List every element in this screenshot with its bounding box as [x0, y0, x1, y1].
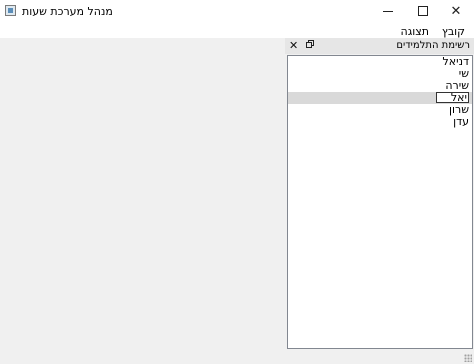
- list-item[interactable]: שירה: [288, 80, 472, 92]
- title-bar: מנהל מערכת שעות ✕: [0, 0, 474, 22]
- dock-close-icon[interactable]: ✕: [289, 39, 298, 52]
- dock-float-icon[interactable]: [306, 40, 314, 48]
- students-list[interactable]: דניאל שי שירה שרון עדן: [287, 55, 473, 349]
- list-item[interactable]: דניאל: [288, 56, 472, 68]
- menu-file[interactable]: קובץ: [439, 25, 468, 38]
- list-item[interactable]: שרון: [288, 104, 472, 116]
- list-item-label: שירה: [445, 79, 469, 92]
- close-button[interactable]: ✕: [438, 0, 474, 22]
- close-icon: ✕: [450, 3, 462, 19]
- maximize-button[interactable]: [405, 0, 441, 22]
- list-item-selected[interactable]: [288, 92, 472, 104]
- rename-input[interactable]: [436, 92, 469, 103]
- students-dock: ✕ רשימת התלמידים דניאל שי שירה שרון עדן: [285, 38, 474, 351]
- maximize-icon: [418, 6, 428, 16]
- dock-title: רשימת התלמידים: [396, 40, 470, 51]
- minimize-icon: [383, 10, 393, 12]
- minimize-button[interactable]: [370, 0, 406, 22]
- status-bar: [0, 351, 474, 364]
- list-item[interactable]: עדן: [288, 116, 472, 128]
- menu-view[interactable]: תצוגה: [398, 25, 432, 38]
- dock-title-bar[interactable]: ✕ רשימת התלמידים: [285, 38, 474, 54]
- list-item-label: עדן: [453, 115, 469, 128]
- app-icon[interactable]: [5, 5, 16, 16]
- central-area: [0, 38, 285, 351]
- window-title: מנהל מערכת שעות: [22, 5, 113, 18]
- resize-grip-icon[interactable]: [464, 354, 472, 362]
